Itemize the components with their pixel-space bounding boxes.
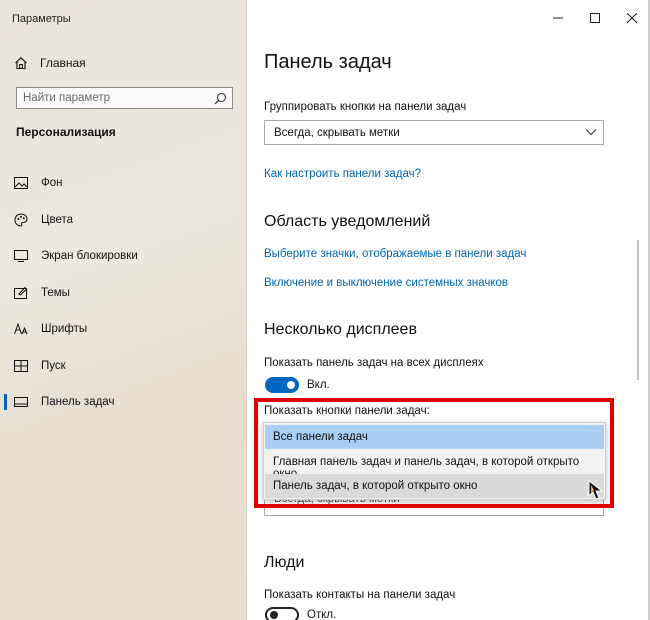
group-buttons-value: Всегда, скрывать метки	[274, 127, 400, 139]
sidebar-item-label: Экран блокировки	[41, 250, 138, 263]
sidebar-item-label: Фон	[41, 177, 63, 190]
toggle-on-label: Вкл.	[307, 379, 330, 391]
taskbar-icon	[14, 395, 28, 409]
themes-icon	[14, 286, 28, 300]
show-all-displays-label: Показать панель задач на всех дисплеях	[264, 357, 484, 369]
multi-display-heading: Несколько дисплеев	[264, 321, 417, 338]
sidebar: Параметры Главная Персонализация Фон Цве…	[0, 0, 246, 620]
settings-window: Параметры Главная Персонализация Фон Цве…	[0, 0, 650, 620]
main-panel: Панель задач Группировать кнопки на пане…	[247, 0, 650, 620]
sidebar-item-label: Темы	[41, 286, 70, 299]
home-label: Главная	[40, 56, 86, 70]
lock-screen-icon	[14, 249, 28, 263]
page-title: Панель задач	[264, 51, 392, 73]
notify-icons-link[interactable]: Выберите значки, отображаемые в панели з…	[264, 248, 526, 260]
toggle-off-label: Откл.	[307, 609, 337, 620]
search-icon[interactable]	[214, 92, 227, 105]
sidebar-item-background[interactable]: Фон	[0, 165, 246, 202]
search-input[interactable]	[17, 88, 213, 108]
scrollbar[interactable]	[637, 240, 639, 380]
sidebar-item-label: Шрифты	[41, 323, 88, 336]
sidebar-item-lock-screen[interactable]: Экран блокировки	[0, 238, 246, 275]
home-nav-item[interactable]: Главная	[14, 53, 86, 73]
group-buttons-dropdown[interactable]: Всегда, скрывать метки	[264, 120, 604, 145]
chevron-down-icon	[585, 129, 597, 136]
section-title: Персонализация	[16, 125, 116, 139]
show-all-displays-toggle[interactable]	[265, 377, 299, 393]
sidebar-item-taskbar[interactable]: Панель задач	[0, 384, 246, 421]
annotation-highlight	[254, 398, 614, 508]
sidebar-item-label: Цвета	[41, 213, 74, 226]
font-icon	[14, 322, 28, 336]
home-icon	[15, 57, 27, 70]
sidebar-item-label: Панель задач	[41, 396, 115, 409]
nav-list: Фон Цвета Экран блокировки Темы Шрифты П…	[0, 165, 246, 421]
palette-icon	[14, 213, 28, 227]
sidebar-item-label: Пуск	[41, 359, 66, 372]
search-box[interactable]	[16, 87, 233, 109]
cursor-icon	[588, 480, 604, 500]
app-title: Параметры	[12, 13, 71, 25]
people-label: Показать контакты на панели задач	[264, 589, 456, 601]
howto-link[interactable]: Как настроить панели задач?	[264, 168, 421, 180]
sidebar-item-themes[interactable]: Темы	[0, 275, 246, 312]
sidebar-item-fonts[interactable]: Шрифты	[0, 311, 246, 348]
people-toggle[interactable]	[265, 607, 299, 620]
people-heading: Люди	[264, 554, 305, 571]
group-buttons-label: Группировать кнопки на панели задач	[264, 101, 467, 113]
system-icons-link[interactable]: Включение и выключение системных значков	[264, 277, 508, 289]
start-icon	[14, 359, 28, 373]
image-icon	[14, 176, 28, 190]
notify-heading: Область уведомлений	[264, 213, 431, 230]
sidebar-item-start[interactable]: Пуск	[0, 348, 246, 385]
sidebar-item-colors[interactable]: Цвета	[0, 202, 246, 239]
